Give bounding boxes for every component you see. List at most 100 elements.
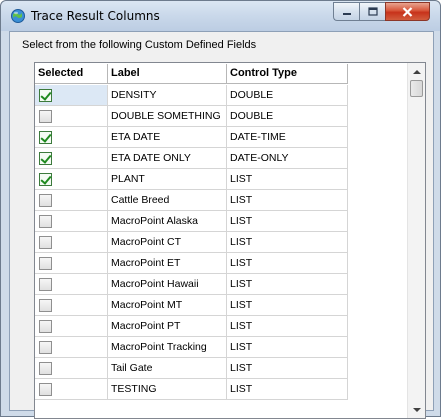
table-row[interactable]: MacroPoint Alaska LIST (35, 211, 348, 232)
table-row[interactable]: MacroPoint ET LIST (35, 253, 348, 274)
column-header-label[interactable]: Label (108, 64, 227, 84)
label-cell[interactable]: TESTING (108, 379, 227, 400)
instruction-label: Select from the following Custom Defined… (22, 39, 257, 51)
checkbox-unchecked-icon[interactable] (39, 341, 52, 354)
table-row[interactable]: MacroPoint Tracking LIST (35, 337, 348, 358)
scroll-up-button[interactable] (408, 63, 425, 80)
label-cell[interactable]: MacroPoint ET (108, 253, 227, 274)
minimize-button[interactable] (333, 2, 359, 21)
minimize-icon (342, 12, 351, 15)
checkbox-unchecked-icon[interactable] (39, 383, 52, 396)
chevron-up-icon (412, 69, 421, 74)
checkbox-unchecked-icon[interactable] (39, 299, 52, 312)
control-type-cell[interactable]: LIST (227, 253, 348, 274)
table-row[interactable]: Tail Gate LIST (35, 358, 348, 379)
table-row[interactable]: MacroPoint MT LIST (35, 295, 348, 316)
window-controls (333, 2, 430, 21)
table-row[interactable]: MacroPoint PT LIST (35, 316, 348, 337)
chevron-down-icon (412, 407, 421, 412)
checkbox-unchecked-icon[interactable] (39, 320, 52, 333)
checkbox-unchecked-icon[interactable] (39, 215, 52, 228)
selected-cell[interactable] (35, 169, 108, 190)
control-type-cell[interactable]: DOUBLE (227, 106, 348, 127)
table-row[interactable]: DENSITY DOUBLE (35, 85, 348, 106)
checkbox-unchecked-icon[interactable] (39, 110, 52, 123)
table-row[interactable]: TESTING LIST (35, 379, 348, 400)
control-type-cell[interactable]: LIST (227, 379, 348, 400)
window-title: Trace Result Columns (31, 9, 160, 23)
control-type-cell[interactable]: LIST (227, 316, 348, 337)
selected-cell[interactable] (35, 295, 108, 316)
label-cell[interactable]: ETA DATE ONLY (108, 148, 227, 169)
control-type-cell[interactable]: LIST (227, 274, 348, 295)
control-type-cell[interactable]: LIST (227, 211, 348, 232)
control-type-cell[interactable]: LIST (227, 169, 348, 190)
selected-cell[interactable] (35, 148, 108, 169)
control-type-cell[interactable]: LIST (227, 232, 348, 253)
label-cell[interactable]: PLANT (108, 169, 227, 190)
checkbox-unchecked-icon[interactable] (39, 194, 52, 207)
maximize-button[interactable] (359, 2, 385, 21)
selected-cell[interactable] (35, 190, 108, 211)
table-row[interactable]: DOUBLE SOMETHING DOUBLE (35, 106, 348, 127)
close-button[interactable] (385, 2, 430, 21)
column-header-selected[interactable]: Selected (35, 64, 108, 84)
control-type-cell[interactable]: DOUBLE (227, 85, 348, 106)
close-icon (402, 6, 413, 17)
column-header-control-type[interactable]: Control Type (227, 64, 348, 84)
globe-app-icon (11, 9, 25, 23)
control-type-cell[interactable]: LIST (227, 190, 348, 211)
control-type-cell[interactable]: LIST (227, 358, 348, 379)
selected-cell[interactable] (35, 337, 108, 358)
vertical-scrollbar[interactable] (407, 63, 425, 418)
label-cell[interactable]: MacroPoint Hawaii (108, 274, 227, 295)
control-type-cell[interactable]: DATE-ONLY (227, 148, 348, 169)
selected-cell[interactable] (35, 274, 108, 295)
selected-cell[interactable] (35, 127, 108, 148)
label-cell[interactable]: Cattle Breed (108, 190, 227, 211)
label-cell[interactable]: DENSITY (108, 85, 227, 106)
table-row[interactable]: ETA DATE ONLY DATE-ONLY (35, 148, 348, 169)
scroll-down-button[interactable] (408, 401, 425, 418)
label-cell[interactable]: MacroPoint Alaska (108, 211, 227, 232)
control-type-cell[interactable]: LIST (227, 295, 348, 316)
selected-cell[interactable] (35, 85, 108, 106)
checkbox-checked-icon[interactable] (39, 152, 52, 165)
label-cell[interactable]: DOUBLE SOMETHING (108, 106, 227, 127)
table-row[interactable]: PLANT LIST (35, 169, 348, 190)
label-cell[interactable]: MacroPoint MT (108, 295, 227, 316)
control-type-cell[interactable]: DATE-TIME (227, 127, 348, 148)
checkbox-unchecked-icon[interactable] (39, 362, 52, 375)
selected-cell[interactable] (35, 211, 108, 232)
label-cell[interactable]: Tail Gate (108, 358, 227, 379)
checkbox-unchecked-icon[interactable] (39, 278, 52, 291)
maximize-icon (367, 7, 378, 16)
checkbox-checked-icon[interactable] (39, 173, 52, 186)
checkbox-unchecked-icon[interactable] (39, 257, 52, 270)
table-row[interactable]: ETA DATE DATE-TIME (35, 127, 348, 148)
grid-rows: DENSITY DOUBLE DOUBLE SOMETHING DOUBLE ETA D… (35, 85, 348, 400)
selected-cell[interactable] (35, 106, 108, 127)
selected-cell[interactable] (35, 316, 108, 337)
control-type-cell[interactable]: LIST (227, 337, 348, 358)
selected-cell[interactable] (35, 232, 108, 253)
table-row[interactable]: MacroPoint CT LIST (35, 232, 348, 253)
dialog-window: Trace Result Columns Select from the fol… (0, 0, 441, 419)
label-cell[interactable]: MacroPoint PT (108, 316, 227, 337)
selected-cell[interactable] (35, 253, 108, 274)
dialog-body: Select from the following Custom Defined… (9, 31, 434, 419)
selected-cell[interactable] (35, 379, 108, 400)
label-cell[interactable]: MacroPoint Tracking (108, 337, 227, 358)
grid-header: Selected Label Control Type (35, 64, 348, 84)
title-bar[interactable]: Trace Result Columns (1, 1, 440, 31)
checkbox-checked-icon[interactable] (39, 89, 52, 102)
checkbox-unchecked-icon[interactable] (39, 236, 52, 249)
selected-cell[interactable] (35, 358, 108, 379)
table-row[interactable]: Cattle Breed LIST (35, 190, 348, 211)
table-row[interactable]: MacroPoint Hawaii LIST (35, 274, 348, 295)
label-cell[interactable]: ETA DATE (108, 127, 227, 148)
label-cell[interactable]: MacroPoint CT (108, 232, 227, 253)
scroll-thumb[interactable] (410, 80, 423, 97)
checkbox-checked-icon[interactable] (39, 131, 52, 144)
fields-grid: Selected Label Control Type DENSITY DOUBL… (34, 62, 426, 419)
